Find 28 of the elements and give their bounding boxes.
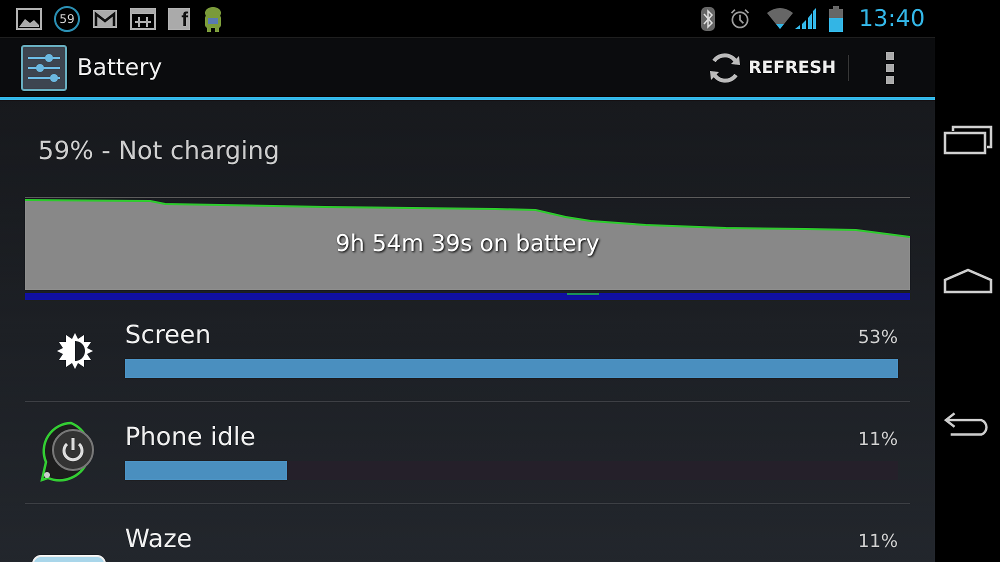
settings-app-icon[interactable] bbox=[21, 44, 67, 90]
picture-icon bbox=[16, 8, 42, 30]
social-app-icon: f bbox=[168, 8, 190, 30]
usage-list-item[interactable]: Phone idle 11% bbox=[25, 402, 910, 504]
notification-count-badge: 59 bbox=[54, 6, 80, 32]
usage-percent: 11% bbox=[858, 531, 898, 552]
battery-icon bbox=[828, 6, 843, 32]
usage-item-name: Waze bbox=[125, 524, 192, 553]
bluetooth-icon bbox=[700, 6, 715, 30]
home-icon[interactable] bbox=[942, 266, 992, 296]
usage-percent: 11% bbox=[858, 429, 898, 450]
wifi-signal-icon bbox=[764, 6, 817, 30]
usage-list-item[interactable]: Waze 11% bbox=[25, 504, 910, 562]
mail-icon bbox=[92, 8, 118, 30]
robot-icon bbox=[202, 4, 224, 32]
clock-time: 13:40 bbox=[858, 6, 925, 32]
calendar-icon bbox=[130, 8, 156, 30]
refresh-button[interactable]: REFRESH bbox=[702, 46, 840, 90]
usage-item-name: Phone idle bbox=[125, 422, 256, 451]
brightness-icon bbox=[55, 330, 95, 370]
battery-status-text: 59% - Not charging bbox=[38, 136, 281, 167]
recent-apps-icon[interactable] bbox=[942, 125, 992, 156]
usage-list-item[interactable]: Screen 53% bbox=[25, 300, 910, 402]
battery-duration-text: 9h 54m 39s on battery bbox=[336, 231, 600, 257]
usage-percent: 53% bbox=[858, 327, 898, 348]
overflow-menu-icon[interactable] bbox=[885, 50, 895, 84]
usage-item-name: Screen bbox=[125, 320, 211, 349]
screen-title: Battery bbox=[77, 54, 162, 80]
